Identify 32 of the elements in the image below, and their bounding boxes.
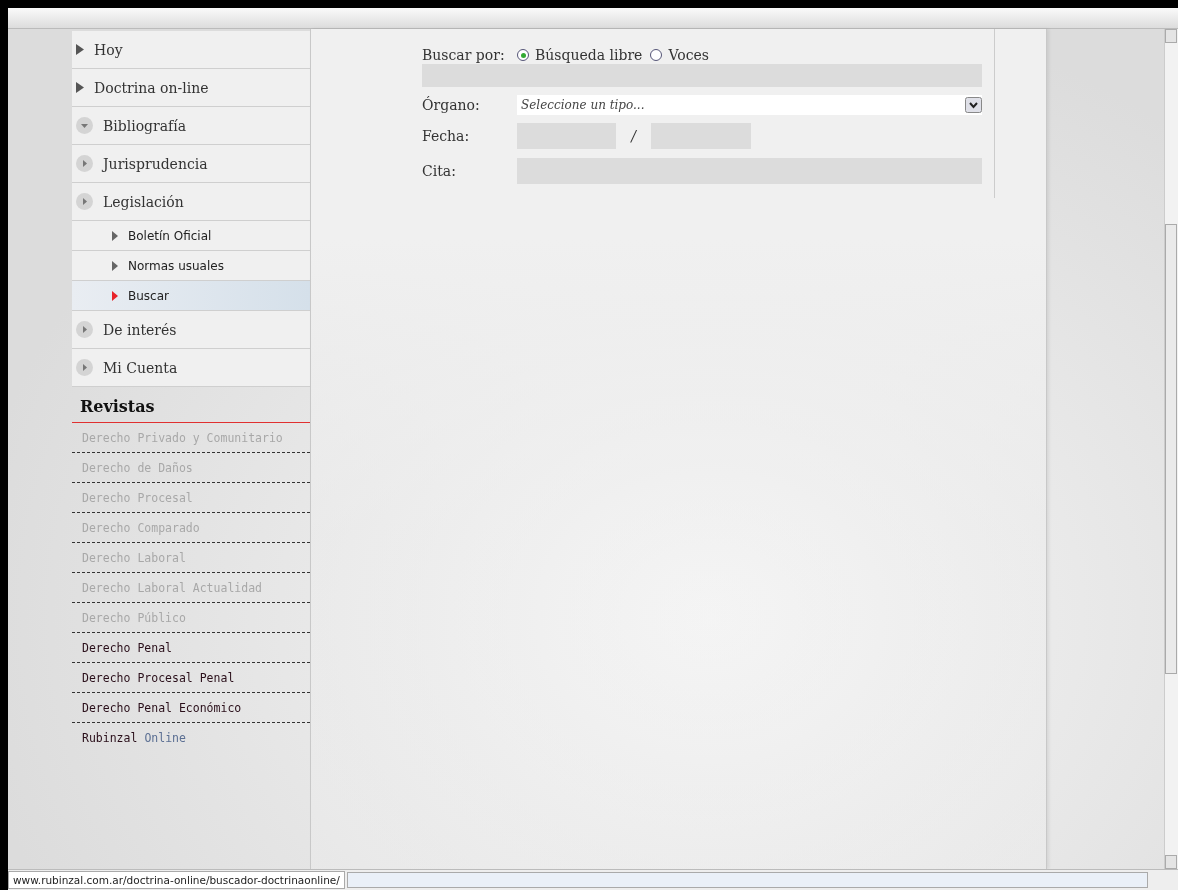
submenu-item[interactable]: Normas usuales (72, 251, 310, 281)
select-field[interactable]: Seleccione un tipo... (517, 95, 982, 115)
triangle-icon (112, 230, 118, 241)
section-heading: Revistas (80, 396, 156, 418)
radio-option[interactable]: Búsqueda libre (517, 47, 643, 63)
triangle-icon (112, 260, 118, 271)
nav-item[interactable]: Mi Cuenta (72, 349, 310, 387)
brand-text: Rubinzal (82, 730, 138, 745)
triangle-icon (76, 82, 84, 93)
dropdown-icon[interactable] (965, 97, 982, 113)
status-url: www.rubinzal.com.ar/doctrina-online/buscador-doctrinaonline/ (8, 871, 345, 889)
date-separator: / (629, 128, 638, 144)
nav-item[interactable]: De interés (72, 311, 310, 349)
radio-option[interactable]: Voces (650, 47, 709, 63)
triangle-icon (112, 290, 118, 301)
nav-item[interactable]: Legislación (72, 183, 310, 221)
nav-item[interactable]: Bibliografía (72, 107, 310, 145)
submenu-item[interactable]: Boletín Oficial (72, 221, 310, 251)
radio-button[interactable] (650, 49, 663, 61)
field-label: Cita: (422, 163, 457, 179)
nav-item[interactable]: Hoy (72, 31, 310, 69)
field-label: Buscar por: (422, 47, 506, 63)
triangle-icon (76, 44, 84, 55)
field-label: Órgano: (422, 97, 481, 113)
online-link[interactable]: Online (144, 730, 186, 745)
vertical-scrollbar[interactable] (1164, 29, 1178, 869)
submenu-item[interactable]: Buscar (72, 281, 310, 311)
horizontal-scrollbar[interactable] (346, 872, 1148, 888)
nav-item[interactable]: Jurisprudencia (72, 145, 310, 183)
radio-button[interactable] (517, 49, 529, 61)
nav-item[interactable]: Doctrina on-line (72, 69, 310, 107)
field-label: Fecha: (422, 128, 471, 144)
